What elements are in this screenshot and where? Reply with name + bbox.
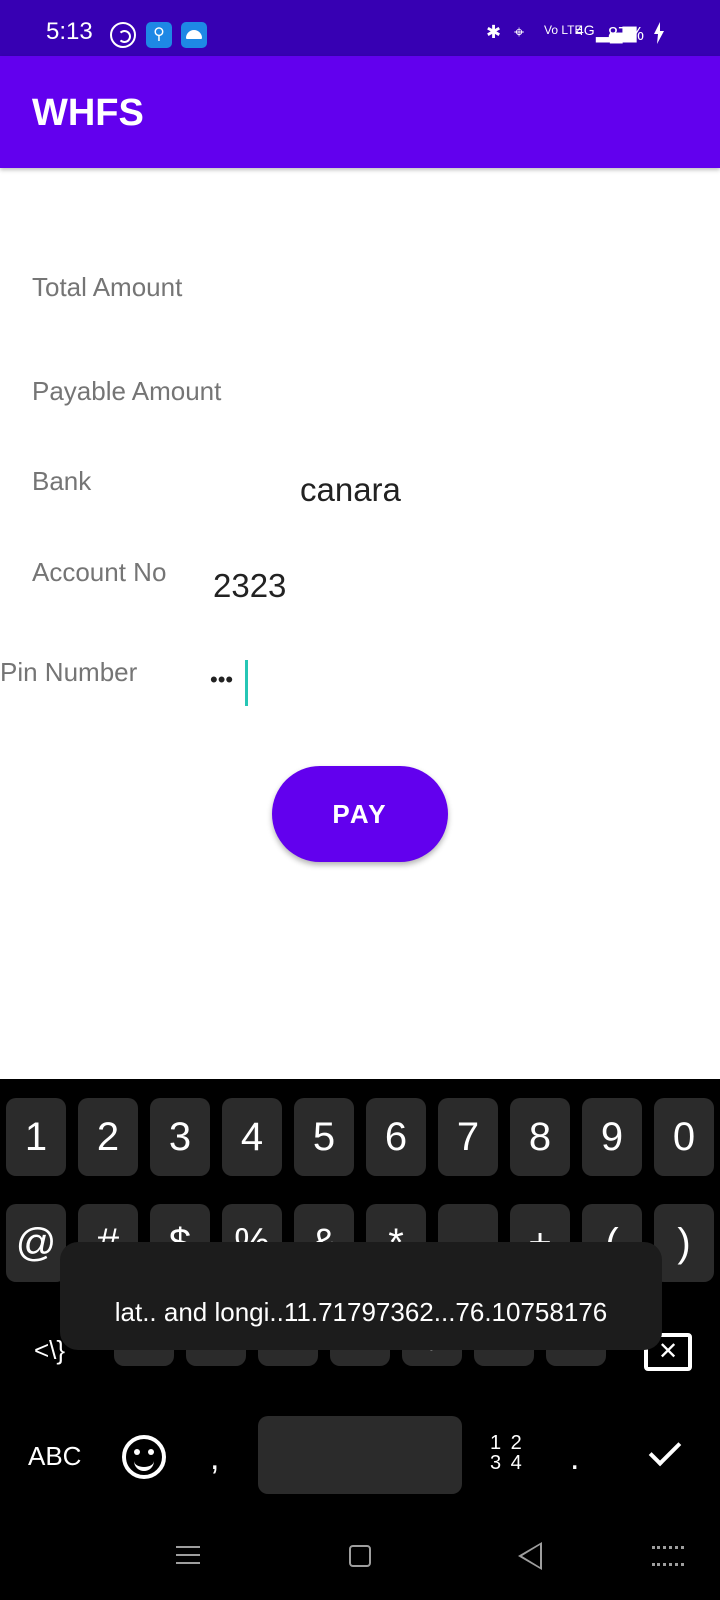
pin-number-field[interactable]: ••• (210, 669, 233, 691)
key-8[interactable]: 8 (510, 1098, 570, 1176)
navigation-bar (0, 1510, 720, 1600)
key-3[interactable]: 3 (150, 1098, 210, 1176)
key-5[interactable]: 5 (294, 1098, 354, 1176)
pin-number-label: Pin Number (0, 657, 138, 687)
key-6[interactable]: 6 (366, 1098, 426, 1176)
bank-value[interactable]: canara (300, 471, 401, 509)
key-paren-close[interactable]: ) (654, 1204, 714, 1282)
app-title: WHFS (32, 92, 144, 134)
key-0[interactable]: 0 (654, 1098, 714, 1176)
key-2[interactable]: 2 (78, 1098, 138, 1176)
key-7[interactable]: 7 (438, 1098, 498, 1176)
key-numpad[interactable]: 1 2 3 4 (490, 1433, 524, 1473)
account-number-label: Account No (32, 557, 167, 587)
bluetooth-icon: ✱ (486, 22, 502, 42)
payable-amount-label: Payable Amount (32, 376, 222, 406)
pay-button[interactable]: PAY (272, 766, 448, 862)
key-at[interactable]: @ (6, 1204, 66, 1282)
text-cursor (245, 660, 248, 706)
battery-percent: 87% (607, 24, 644, 44)
total-amount-label: Total Amount (32, 272, 183, 302)
android-icon (181, 22, 207, 48)
usb-icon: ⚲ (146, 22, 172, 48)
status-time: 5:13 (46, 18, 93, 45)
back-icon[interactable] (518, 1542, 542, 1570)
key-abc[interactable]: ABC (28, 1441, 81, 1472)
app-bar: WHFS (0, 56, 720, 168)
account-number-field[interactable]: 2323 (213, 567, 286, 605)
key-1[interactable]: 1 (6, 1098, 66, 1176)
key-4[interactable]: 4 (222, 1098, 282, 1176)
bank-label: Bank (32, 466, 92, 496)
emoji-icon[interactable] (122, 1435, 166, 1479)
whatsapp-icon (110, 22, 136, 48)
home-icon[interactable] (349, 1545, 371, 1567)
keyboard-icon[interactable] (652, 1546, 684, 1566)
toast-message: lat.. and longi..11.71797362...76.107581… (60, 1242, 662, 1350)
key-space[interactable] (258, 1416, 462, 1494)
key-more-symbols[interactable]: <\} (34, 1335, 65, 1366)
recents-icon[interactable] (176, 1546, 200, 1564)
key-comma[interactable]: , (210, 1439, 219, 1478)
key-period[interactable]: . (570, 1439, 579, 1478)
charging-icon (654, 22, 664, 44)
location-icon: ⌖ (514, 22, 525, 42)
network-type: 4G (576, 22, 595, 38)
status-bar: 5:13 ⚲ ✱ ⌖ Vo LTE 4G ▂▄▆ 87% (0, 0, 720, 56)
key-9[interactable]: 9 (582, 1098, 642, 1176)
check-icon[interactable] (648, 1433, 682, 1467)
